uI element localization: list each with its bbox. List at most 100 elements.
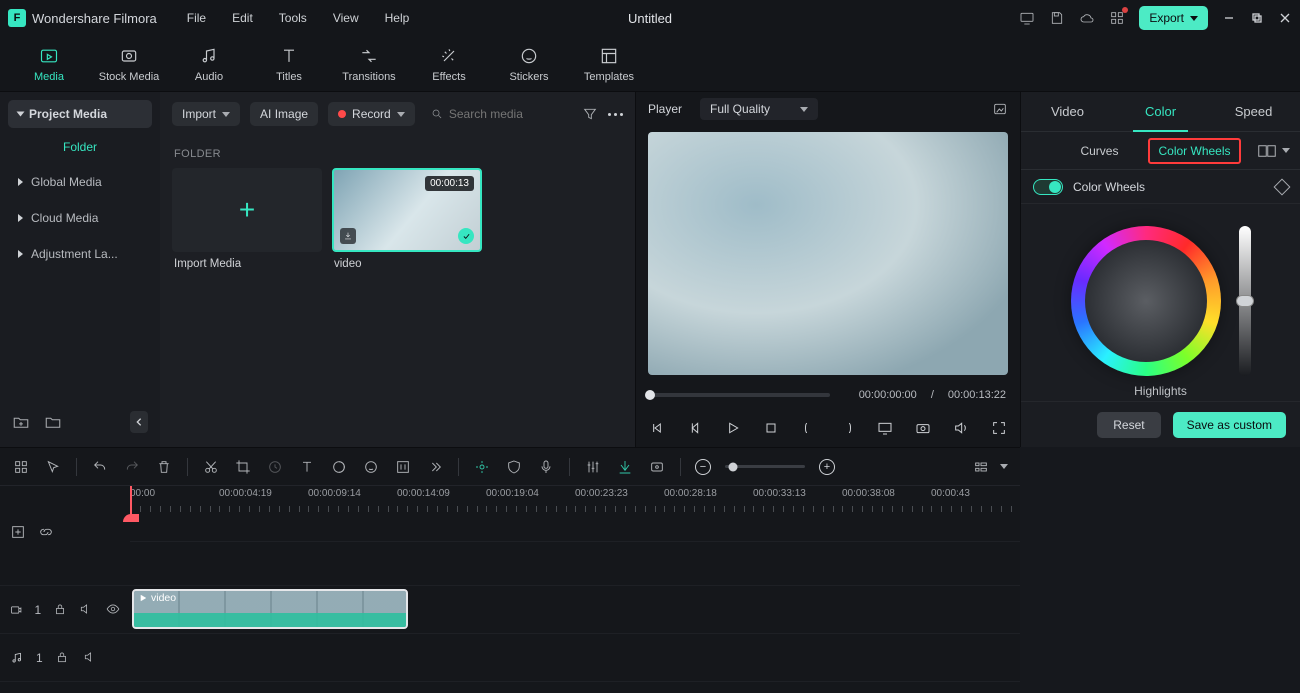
quality-select[interactable]: Full Quality <box>700 98 818 120</box>
display-icon[interactable] <box>876 419 894 437</box>
track-add-icon[interactable] <box>10 524 26 540</box>
apps-icon[interactable] <box>1109 10 1125 26</box>
media-clip-card[interactable]: 00:00:13 video <box>332 168 482 270</box>
track-mute-icon[interactable] <box>79 602 93 618</box>
more-tools-icon[interactable] <box>426 458 444 476</box>
device-icon[interactable] <box>1019 10 1035 26</box>
prop-tab-video[interactable]: Video <box>1021 92 1114 131</box>
step-back-icon[interactable] <box>686 419 704 437</box>
speed-icon[interactable] <box>266 458 284 476</box>
search-input[interactable] <box>449 107 566 121</box>
tl-mark-icon[interactable] <box>473 458 491 476</box>
tl-pointer-icon[interactable] <box>44 458 62 476</box>
prop-tab-speed[interactable]: Speed <box>1207 92 1300 131</box>
cut-icon[interactable] <box>202 458 220 476</box>
compare-icon[interactable] <box>1258 144 1276 158</box>
scrub-bar[interactable] <box>650 393 830 397</box>
tl-view-chevron-icon[interactable] <box>1000 464 1008 469</box>
smile-icon[interactable] <box>362 458 380 476</box>
video-track[interactable]: video <box>130 586 1020 634</box>
scrub-handle[interactable] <box>645 390 655 400</box>
compare-chevron-icon[interactable] <box>1282 148 1290 153</box>
crop-icon[interactable] <box>234 458 252 476</box>
menu-help[interactable]: Help <box>385 11 410 25</box>
zoom-out-button[interactable]: − <box>695 459 711 475</box>
folder-label[interactable]: Folder <box>8 132 152 162</box>
menu-file[interactable]: File <box>187 11 206 25</box>
tab-effects[interactable]: Effects <box>412 41 486 87</box>
delete-icon[interactable] <box>155 458 173 476</box>
cloud-icon[interactable] <box>1079 10 1095 26</box>
tl-mic-icon[interactable] <box>537 458 555 476</box>
highlights-luma-slider[interactable] <box>1239 226 1251 376</box>
search-field[interactable] <box>425 103 572 125</box>
snapshot-settings-icon[interactable] <box>992 101 1008 117</box>
minimize-button[interactable] <box>1222 11 1236 25</box>
project-media-chip[interactable]: Project Media <box>8 100 152 128</box>
record-button[interactable]: Record <box>328 102 415 126</box>
play-icon[interactable] <box>724 419 742 437</box>
track-visible-icon[interactable] <box>106 602 120 618</box>
track-lock-icon[interactable] <box>53 602 67 618</box>
menu-tools[interactable]: Tools <box>279 11 307 25</box>
sidebar-item-adjustment-layer[interactable]: Adjustment La... <box>8 238 152 270</box>
zoom-in-button[interactable]: + <box>819 459 835 475</box>
subtab-curves[interactable]: Curves <box>1080 144 1118 158</box>
prev-frame-icon[interactable] <box>648 419 666 437</box>
redo-icon[interactable] <box>123 458 141 476</box>
highlights-wheel[interactable] <box>1071 226 1221 376</box>
tl-marker-icon[interactable] <box>648 458 666 476</box>
playhead[interactable] <box>130 486 132 522</box>
export-button[interactable]: Export <box>1139 6 1208 30</box>
sidebar-item-global-media[interactable]: Global Media <box>8 166 152 198</box>
tab-transitions[interactable]: Transitions <box>332 41 406 87</box>
text-icon[interactable] <box>298 458 316 476</box>
tl-view-icon[interactable] <box>972 458 990 476</box>
color-wheels-toggle[interactable] <box>1033 179 1063 195</box>
zoom-slider[interactable] <box>725 465 805 468</box>
new-bin-icon[interactable] <box>44 413 62 431</box>
timeline-clip[interactable]: video <box>132 589 408 629</box>
volume-icon[interactable] <box>952 419 970 437</box>
prop-tab-color[interactable]: Color <box>1114 92 1207 131</box>
sidebar-item-cloud-media[interactable]: Cloud Media <box>8 202 152 234</box>
reset-button[interactable]: Reset <box>1097 412 1160 438</box>
filter-icon[interactable] <box>582 106 598 122</box>
tl-shield-icon[interactable] <box>505 458 523 476</box>
tl-mixer-icon[interactable] <box>584 458 602 476</box>
fullscreen-icon[interactable] <box>990 419 1008 437</box>
close-button[interactable] <box>1278 11 1292 25</box>
snapshot-icon[interactable] <box>914 419 932 437</box>
audio-track[interactable] <box>130 634 1020 682</box>
tab-stickers[interactable]: Stickers <box>492 41 566 87</box>
stop-icon[interactable] <box>762 419 780 437</box>
import-button[interactable]: Import <box>172 102 240 126</box>
track-lock-icon[interactable] <box>55 650 71 666</box>
menu-edit[interactable]: Edit <box>232 11 253 25</box>
adjust-icon[interactable] <box>394 458 412 476</box>
save-custom-button[interactable]: Save as custom <box>1173 412 1286 438</box>
tab-stock-media[interactable]: Stock Media <box>92 41 166 87</box>
new-folder-icon[interactable] <box>12 413 30 431</box>
video-canvas[interactable] <box>648 132 1008 375</box>
save-icon[interactable] <box>1049 10 1065 26</box>
color-icon[interactable] <box>330 458 348 476</box>
undo-icon[interactable] <box>91 458 109 476</box>
mark-out-icon[interactable] <box>838 419 856 437</box>
tab-media[interactable]: Media <box>12 41 86 87</box>
tab-titles[interactable]: Titles <box>252 41 326 87</box>
tab-templates[interactable]: Templates <box>572 41 646 87</box>
timeline-ruler[interactable]: 00:0000:00:04:1900:00:09:1400:00:14:0900… <box>0 486 1020 522</box>
mark-in-icon[interactable] <box>800 419 818 437</box>
collapse-sidebar-button[interactable] <box>130 411 148 433</box>
track-mute-icon[interactable] <box>83 650 99 666</box>
keyframe-icon[interactable] <box>1274 178 1291 195</box>
tl-grid-icon[interactable] <box>12 458 30 476</box>
import-media-card[interactable]: + Import Media <box>172 168 322 270</box>
tl-magnet-icon[interactable] <box>616 458 634 476</box>
tab-audio[interactable]: Audio <box>172 41 246 87</box>
subtab-color-wheels[interactable]: Color Wheels <box>1148 138 1240 164</box>
more-icon[interactable] <box>608 113 623 116</box>
track-link-icon[interactable] <box>38 524 54 540</box>
menu-view[interactable]: View <box>333 11 359 25</box>
